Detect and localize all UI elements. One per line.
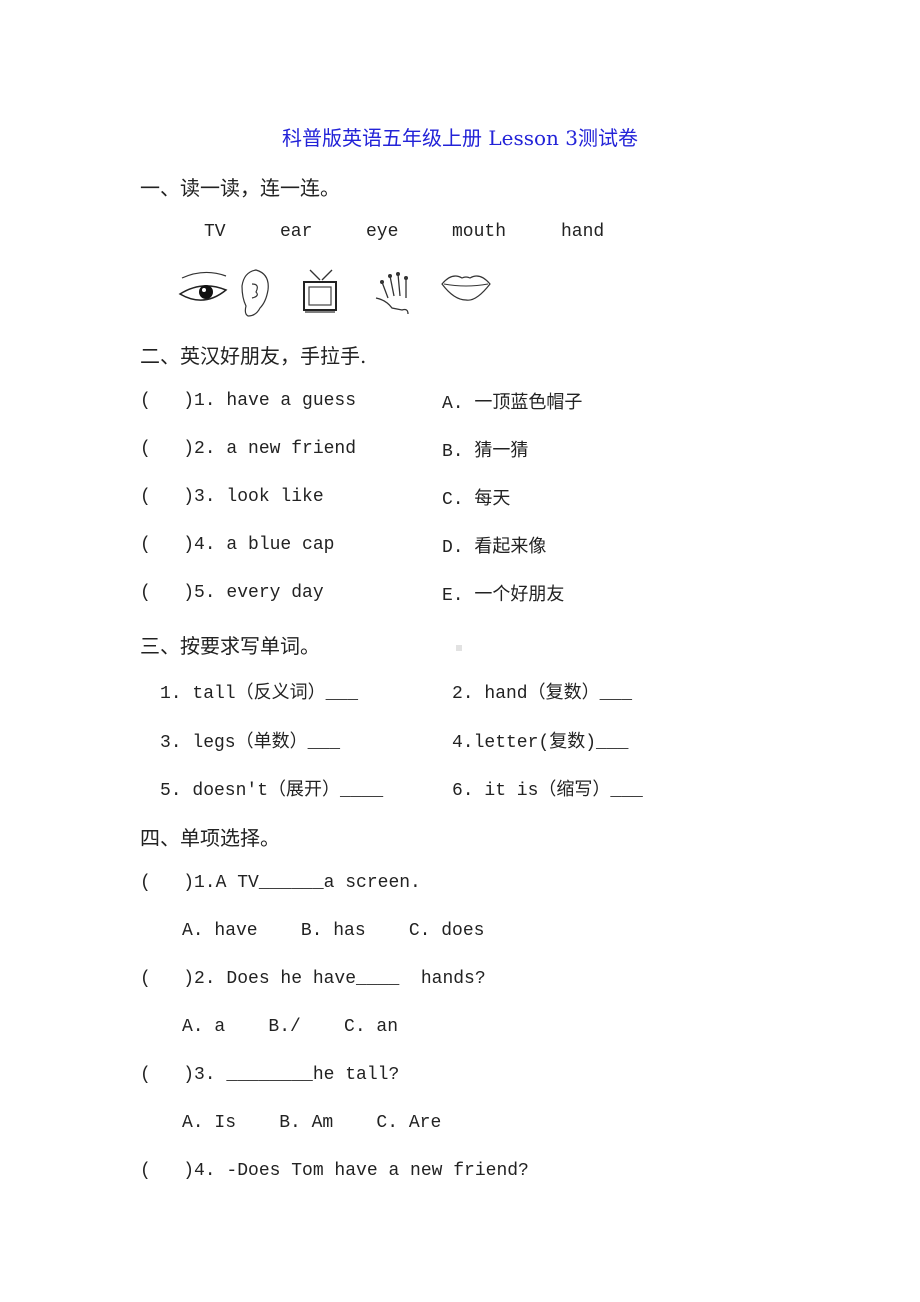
tv-picture [303, 269, 337, 313]
match-item-3: ( )3. look like [140, 487, 324, 507]
document-title: 科普版英语五年级上册 Lesson 3测试卷 [281, 126, 638, 150]
match-option-a: A. 一顶蓝色帽子 [442, 394, 583, 414]
match-option-e: E. 一个好朋友 [442, 586, 565, 606]
choice-question-4: ( )4. -Does Tom have a new friend? [140, 1161, 529, 1181]
choice-options-1: A. have B. has C. does [182, 921, 485, 941]
word-task-3: 3. legs（单数）___ [160, 733, 341, 753]
hand-picture [375, 272, 409, 315]
word-hand: hand [561, 222, 605, 242]
word-task-1: 1. tall（反义词）___ [160, 684, 359, 704]
match-option-c: C. 每天 [442, 490, 511, 510]
word-eye: eye [366, 222, 399, 242]
choice-options-2: A. a B./ C. an [182, 1017, 399, 1037]
section3-heading: 三、按要求写单词。 [140, 634, 320, 658]
choice-options-3: A. Is B. Am C. Are [182, 1113, 442, 1133]
match-option-d: D. 看起来像 [442, 538, 547, 558]
word-task-6: 6. it is（缩写）___ [452, 781, 643, 801]
eye-picture [178, 271, 228, 301]
choice-question-2: ( )2. Does he have____ hands? [140, 969, 486, 989]
section2-heading: 二、英汉好朋友，手拉手. [140, 344, 367, 368]
choice-question-3: ( )3. ________he tall? [140, 1065, 400, 1085]
match-item-2: ( )2. a new friend [140, 439, 357, 459]
word-mouth: mouth [452, 222, 507, 242]
word-task-5: 5. doesn't（展开）____ [160, 781, 384, 801]
match-item-1: ( )1. have a guess [140, 391, 357, 411]
section1-heading: 一、读一读，连一连。 [140, 176, 340, 200]
choice-question-1: ( )1.A TV______a screen. [140, 873, 421, 893]
section4-heading: 四、单项选择。 [140, 826, 280, 850]
word-tv: TV [204, 222, 226, 242]
word-ear: ear [280, 222, 313, 242]
match-item-4: ( )4. a blue cap [140, 535, 335, 555]
match-item-5: ( )5. every day [140, 583, 324, 603]
mouth-picture [441, 275, 491, 301]
word-task-2: 2. hand（复数）___ [452, 684, 633, 704]
match-option-b: B. 猜一猜 [442, 442, 529, 462]
stray-mark [456, 645, 462, 651]
ear-picture [241, 269, 269, 317]
word-task-4: 4.letter(复数)___ [452, 733, 629, 753]
